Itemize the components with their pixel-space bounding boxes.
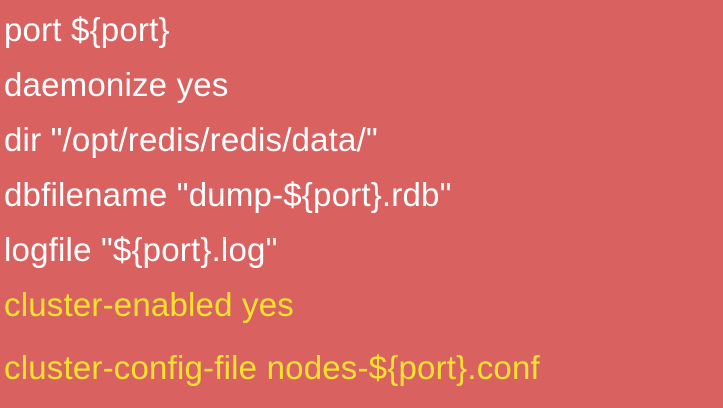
config-line-daemonize: daemonize yes (4, 66, 229, 103)
config-line-cluster-config-file: cluster-config-file nodes-${port}.conf (4, 349, 540, 386)
config-line-cluster-enabled: cluster-enabled yes (4, 286, 294, 323)
config-line-dbfilename: dbfilename "dump-${port}.rdb" (4, 176, 452, 213)
config-line-port: port ${port} (4, 11, 170, 48)
config-line-logfile: logfile "${port}.log" (4, 231, 278, 268)
config-slide: port ${port} daemonize yes dir "/opt/red… (0, 0, 723, 408)
config-line-dir: dir "/opt/redis/redis/data/" (4, 121, 378, 158)
